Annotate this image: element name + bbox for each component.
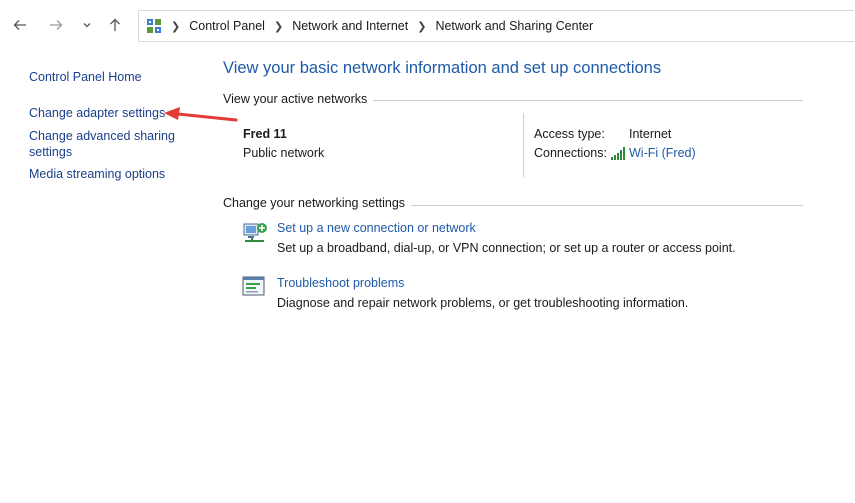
- sidebar-item-control-panel-home[interactable]: Control Panel Home: [29, 69, 142, 85]
- sidebar-item-change-adapter-settings[interactable]: Change adapter settings: [29, 105, 165, 121]
- troubleshoot-icon: [242, 276, 266, 301]
- arrow-up-icon[interactable]: [107, 17, 123, 33]
- wifi-signal-icon: [610, 147, 626, 163]
- control-panel-icon: [146, 18, 162, 34]
- network-name: Fred 11: [243, 127, 287, 141]
- annotation-arrow: [164, 107, 238, 122]
- chevron-right-icon: ❯: [171, 20, 181, 33]
- address-bar[interactable]: ❯ Control Panel ❯ Network and Internet ❯…: [138, 10, 854, 42]
- setup-connection-link[interactable]: Set up a new connection or network: [277, 221, 476, 235]
- chevron-down-icon[interactable]: [79, 17, 95, 33]
- troubleshoot-description: Diagnose and repair network problems, or…: [277, 296, 689, 310]
- sidebar-item-media-streaming[interactable]: Media streaming options: [29, 166, 165, 182]
- new-connection-icon: [242, 220, 268, 247]
- breadcrumb-control-panel[interactable]: Control Panel: [189, 19, 265, 33]
- networking-settings-heading: Change your networking settings: [223, 196, 412, 210]
- active-networks-heading: View your active networks: [223, 92, 374, 106]
- navigation-bar: ❯ Control Panel ❯ Network and Internet ❯…: [0, 0, 855, 50]
- access-type-label: Access type:: [534, 127, 605, 141]
- arrow-right-icon[interactable]: [48, 17, 64, 33]
- page-title: View your basic network information and …: [223, 59, 662, 77]
- breadcrumb-network-and-internet[interactable]: Network and Internet: [292, 19, 408, 33]
- divider: [523, 113, 524, 177]
- setup-connection-description: Set up a broadband, dial-up, or VPN conn…: [277, 241, 736, 255]
- breadcrumb-network-sharing-center[interactable]: Network and Sharing Center: [435, 19, 593, 33]
- troubleshoot-link[interactable]: Troubleshoot problems: [277, 276, 404, 290]
- chevron-right-icon[interactable]: ❯: [417, 20, 426, 33]
- connections-label: Connections:: [534, 146, 607, 160]
- network-type: Public network: [243, 146, 325, 160]
- access-type-value: Internet: [629, 127, 672, 141]
- arrow-left-icon[interactable]: [12, 17, 28, 33]
- chevron-right-icon[interactable]: ❯: [274, 20, 283, 33]
- sidebar-item-change-advanced-sharing[interactable]: Change advanced sharing settings: [29, 128, 179, 160]
- wifi-connection-link[interactable]: Wi-Fi (Fred): [629, 146, 696, 160]
